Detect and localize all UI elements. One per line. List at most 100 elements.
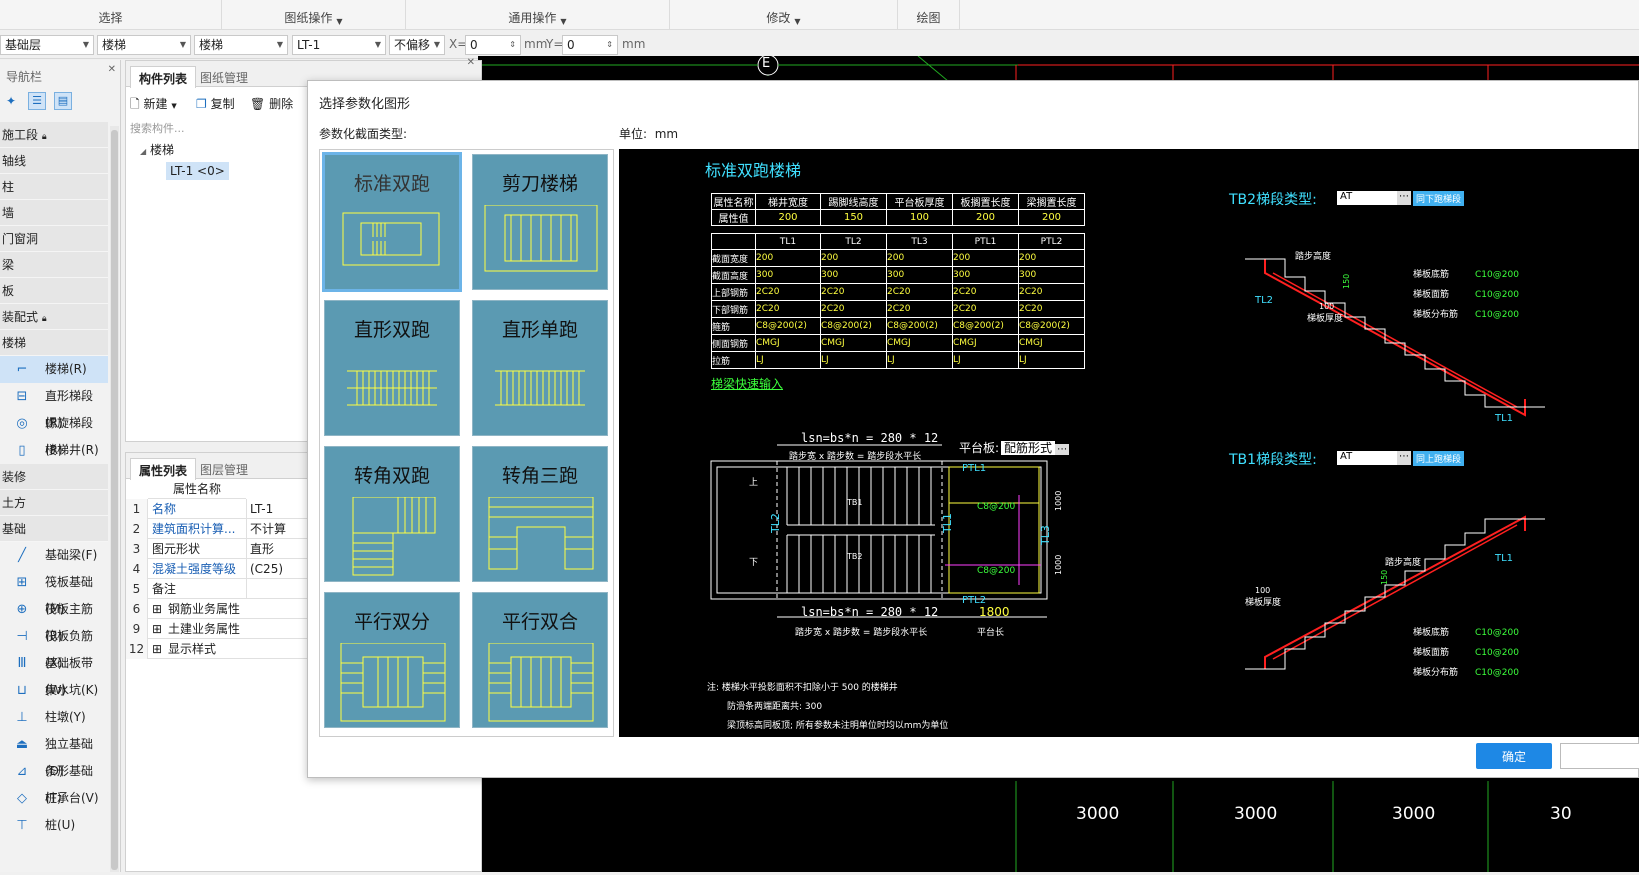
y-offset-input[interactable]: 0 ⇕	[562, 35, 618, 55]
tree-root-stair[interactable]: ◢ 楼梯	[140, 141, 174, 158]
nav-item-stairwell[interactable]: ▯ 楼梯井(R)	[0, 437, 108, 464]
param-value[interactable]: 2C20	[952, 300, 1019, 318]
navigator-scroll-thumb[interactable]	[111, 130, 118, 870]
param-value[interactable]: 200	[1018, 209, 1085, 226]
offset-mode-select[interactable]: 不偏移 ▼	[389, 35, 445, 55]
nav-group-column[interactable]: 柱	[0, 174, 108, 200]
nav-item-foundation-strip[interactable]: Ⅲ 基础板带(W)	[0, 650, 108, 697]
tb1-type-select[interactable]: AT	[1337, 451, 1397, 465]
shape-card-corner-double[interactable]: 转角双跑	[324, 446, 460, 582]
nav-group-axis[interactable]: 轴线	[0, 148, 108, 174]
param-value[interactable]: C8@200(2)	[952, 317, 1019, 335]
param-value[interactable]: 150	[820, 209, 887, 226]
cancel-button-edge[interactable]	[1560, 743, 1639, 769]
param-value[interactable]: C8@200(2)	[886, 317, 953, 335]
property-value[interactable]: 直形	[246, 539, 316, 559]
property-row[interactable]: 3 图元形状 直形	[126, 539, 316, 559]
param-value[interactable]: LJ	[952, 351, 1019, 369]
nav-group-beam[interactable]: 梁	[0, 252, 108, 278]
more-icon[interactable]: ⋯	[1397, 191, 1411, 205]
shape-card-straight-double[interactable]: 直形双跑	[324, 300, 460, 436]
more-icon[interactable]: ⋯	[1055, 444, 1070, 455]
nav-item-sump-pit[interactable]: ⊔ 集水坑(K)	[0, 677, 108, 704]
nav-item-isolated-foundation[interactable]: ⏏ 独立基础(D)	[0, 731, 108, 778]
property-value[interactable]: (C25)	[246, 559, 316, 579]
pin-icon[interactable]: ✦	[6, 94, 16, 108]
param-value[interactable]: 2C20	[1018, 300, 1085, 318]
tree-item-lt1[interactable]: LT-1 <0>	[166, 162, 229, 180]
param-value[interactable]: 2C20	[820, 300, 887, 318]
search-input[interactable]: 搜索构件...	[128, 118, 306, 136]
param-value[interactable]: 300	[755, 266, 821, 284]
copy-button[interactable]: ❐ 复制	[196, 95, 235, 112]
tab-property-list[interactable]: 属性列表	[130, 458, 197, 480]
property-row[interactable]: 9 ⊞ 土建业务属性	[126, 619, 316, 639]
param-value[interactable]: LJ	[755, 351, 821, 369]
tb2-type-select[interactable]: AT	[1337, 191, 1397, 205]
expand-icon[interactable]: ⊞	[152, 639, 162, 659]
nav-item-stair[interactable]: ⌐ 楼梯(R)	[0, 356, 108, 383]
component-select[interactable]: LT-1 ▼	[292, 35, 386, 55]
param-value[interactable]: 200	[886, 249, 953, 267]
tab-drawing-management[interactable]: 图纸管理	[192, 66, 256, 88]
delete-button[interactable]: 🗑︎ 删除	[250, 95, 293, 112]
shape-card-parallel-split[interactable]: 平行双分	[324, 592, 460, 728]
ribbon-group-general-ops[interactable]: 通用操作 ▼	[406, 0, 670, 30]
spinner-icon[interactable]: ⇕	[509, 37, 516, 53]
category-select[interactable]: 楼梯 ▼	[97, 35, 191, 55]
param-value[interactable]: 200	[755, 209, 821, 226]
platform-length-value[interactable]: 1800	[979, 605, 1010, 619]
expand-icon[interactable]: ⊞	[152, 619, 162, 639]
nav-item-strip-foundation[interactable]: ⊿ 条形基础(T)	[0, 758, 108, 805]
nav-item-foundation-beam[interactable]: ╱ 基础梁(F)	[0, 542, 108, 569]
nav-group-door-window[interactable]: 门窗洞	[0, 226, 108, 252]
x-offset-input[interactable]: 0 ⇕	[465, 35, 521, 55]
param-value[interactable]: LJ	[1018, 351, 1085, 369]
param-value[interactable]: 2C20	[886, 300, 953, 318]
param-value[interactable]: 2C20	[1018, 283, 1085, 301]
nav-group-construction-section[interactable]: 施工段 🔒︎	[0, 122, 108, 148]
param-value[interactable]: 200	[952, 209, 1019, 226]
property-row[interactable]: 12 ⊞ 显示样式	[126, 639, 316, 659]
nav-item-pile[interactable]: ⊤ 桩(U)	[0, 812, 108, 839]
shape-card-standard-double[interactable]: 标准双跑	[322, 152, 462, 292]
ribbon-group-modify[interactable]: 修改 ▼	[670, 0, 898, 30]
param-value[interactable]: 300	[886, 266, 953, 284]
nav-group-stair[interactable]: 楼梯	[0, 330, 108, 356]
property-row[interactable]: 5 备注	[126, 579, 316, 599]
nav-group-earthwork[interactable]: 土方	[0, 490, 108, 516]
tb2-same-button[interactable]: 同下跑梯段	[1413, 191, 1465, 206]
nav-item-column-pier[interactable]: ⊥ 柱墩(Y)	[0, 704, 108, 731]
nav-group-slab[interactable]: 板	[0, 278, 108, 304]
property-value[interactable]: LT-1	[246, 499, 316, 519]
param-value[interactable]: 300	[952, 266, 1019, 284]
param-value[interactable]: CMGJ	[820, 334, 887, 352]
detail-view-icon[interactable]: ▤	[54, 92, 72, 110]
nav-group-decoration[interactable]: 装修	[0, 464, 108, 490]
nav-group-prefab[interactable]: 装配式 🔒︎	[0, 304, 108, 330]
param-value[interactable]: 300	[1018, 266, 1085, 284]
subcategory-select[interactable]: 楼梯 ▼	[194, 35, 288, 55]
property-row[interactable]: 6 ⊞ 钢筋业务属性	[126, 599, 316, 619]
tab-component-list[interactable]: 构件列表	[130, 66, 197, 88]
nav-group-foundation[interactable]: 基础	[0, 516, 108, 542]
shape-card-straight-single[interactable]: 直形单跑	[472, 300, 608, 436]
param-value[interactable]: 300	[820, 266, 887, 284]
param-value[interactable]: C8@200(2)	[820, 317, 887, 335]
property-value[interactable]: 不计算	[246, 519, 316, 539]
ribbon-group-draw[interactable]: 绘图	[898, 0, 960, 30]
param-value[interactable]: 100	[886, 209, 953, 226]
param-value[interactable]: CMGJ	[952, 334, 1019, 352]
new-button[interactable]: 🗋︎ 新建 ▼	[130, 95, 177, 116]
nav-item-raft-negative-rebar[interactable]: ⊣ 筏板负筋(X)	[0, 623, 108, 670]
nav-item-pile-cap[interactable]: ◇ 桩承台(V)	[0, 785, 108, 812]
tb1-same-button[interactable]: 同上跑梯段	[1413, 451, 1465, 466]
param-value[interactable]: LJ	[820, 351, 887, 369]
param-value[interactable]: CMGJ	[886, 334, 953, 352]
param-value[interactable]: CMGJ	[1018, 334, 1085, 352]
nav-item-raft-main-rebar[interactable]: ⊕ 筏板主筋(R)	[0, 596, 108, 643]
ok-button[interactable]: 确定	[1476, 743, 1552, 769]
list-view-icon[interactable]: ☰	[28, 92, 46, 110]
param-value[interactable]: LJ	[886, 351, 953, 369]
close-icon[interactable]: ✕	[467, 57, 475, 68]
